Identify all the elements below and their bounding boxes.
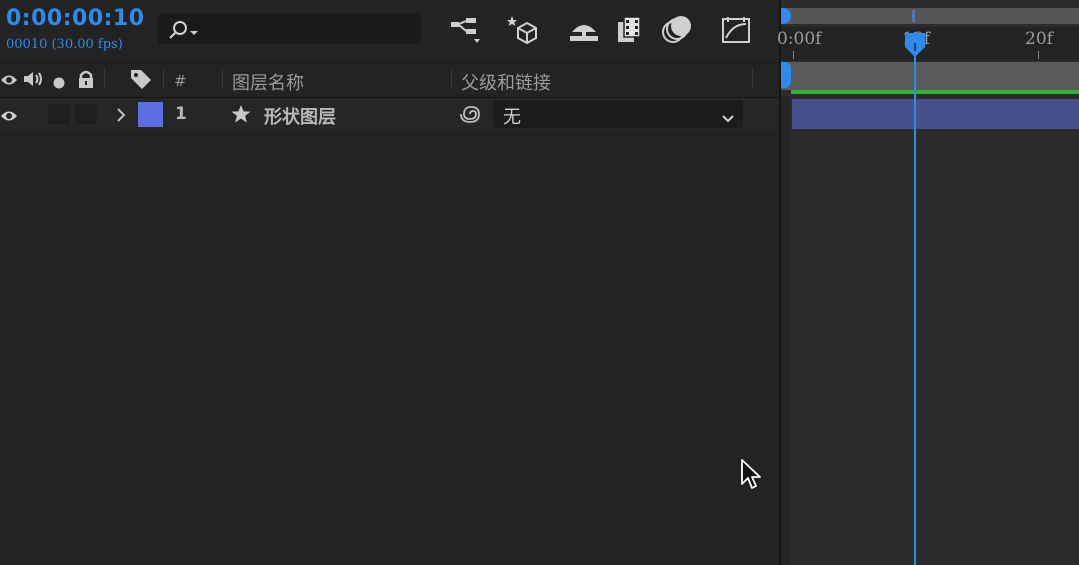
expand-chevron-icon[interactable]	[115, 106, 127, 128]
layer-track-lane[interactable]	[791, 96, 1079, 565]
chevron-down-icon	[721, 109, 735, 128]
timeline-toolbar: 0:00:00:10 00010 (30.00 fps)	[0, 0, 779, 62]
label-tag-icon[interactable]	[130, 69, 152, 93]
video-visibility-icon[interactable]	[0, 72, 18, 91]
parent-select-dropdown[interactable]: 无	[493, 100, 743, 128]
solo-icon[interactable]	[53, 74, 65, 93]
parent-pick-whip-icon[interactable]	[458, 103, 482, 129]
timeline-track-panel: 0:00f 10f 20f	[777, 0, 1079, 565]
layer-row[interactable]: 1 形状图层 无	[0, 98, 779, 132]
time-navigator-bar[interactable]	[781, 8, 1079, 24]
column-layer-name-header[interactable]: 图层名称	[232, 69, 304, 95]
layer-duration-bar[interactable]	[792, 99, 1079, 129]
audio-icon[interactable]	[22, 70, 44, 92]
comp-flowchart-icon[interactable]	[449, 14, 483, 46]
frame-count-display: 00010 (30.00 fps)	[6, 37, 123, 52]
layer-panel: 0:00:00:10 00010 (30.00 fps) # 图层名称 父级和链…	[0, 0, 779, 565]
layer-column-header: # 图层名称 父级和链接	[0, 62, 779, 99]
parent-select-value: 无	[503, 107, 521, 128]
playhead-handle-icon[interactable]	[905, 33, 925, 63]
ruler-tick-label: 0:00f	[777, 29, 822, 49]
layer-visibility-eye-icon[interactable]	[0, 108, 18, 127]
time-ruler[interactable]: 0:00f 10f 20f	[777, 27, 1079, 61]
draft-3d-icon[interactable]	[506, 14, 540, 46]
layer-lock-toggle[interactable]	[75, 104, 97, 124]
hide-shy-layers-icon[interactable]	[567, 14, 601, 46]
layer-search-input[interactable]	[158, 14, 421, 44]
layer-name[interactable]: 形状图层	[264, 103, 336, 129]
playhead-line[interactable]	[914, 32, 916, 565]
column-parent-link-header[interactable]: 父级和链接	[461, 69, 551, 95]
work-area-start-handle[interactable]	[781, 62, 791, 88]
ruler-tick-label: 20f	[1025, 29, 1053, 49]
navigator-current-time-marker	[912, 10, 915, 22]
layer-label-color-swatch[interactable]	[138, 102, 163, 127]
frame-blending-icon[interactable]	[614, 14, 648, 46]
current-time-display[interactable]: 0:00:00:10	[6, 6, 145, 31]
work-area-bar[interactable]	[781, 62, 1079, 90]
mouse-cursor-icon	[740, 458, 762, 494]
shape-layer-star-icon	[230, 104, 252, 128]
motion-blur-icon[interactable]	[660, 14, 694, 46]
layer-number: 1	[175, 104, 187, 124]
search-icon	[169, 21, 198, 39]
cached-frames-indicator	[791, 90, 1079, 94]
graph-editor-icon[interactable]	[719, 14, 753, 46]
column-number-header: #	[174, 72, 187, 90]
layer-solo-toggle[interactable]	[48, 104, 70, 124]
navigator-start-handle[interactable]	[781, 8, 791, 24]
lock-icon[interactable]	[77, 69, 95, 93]
